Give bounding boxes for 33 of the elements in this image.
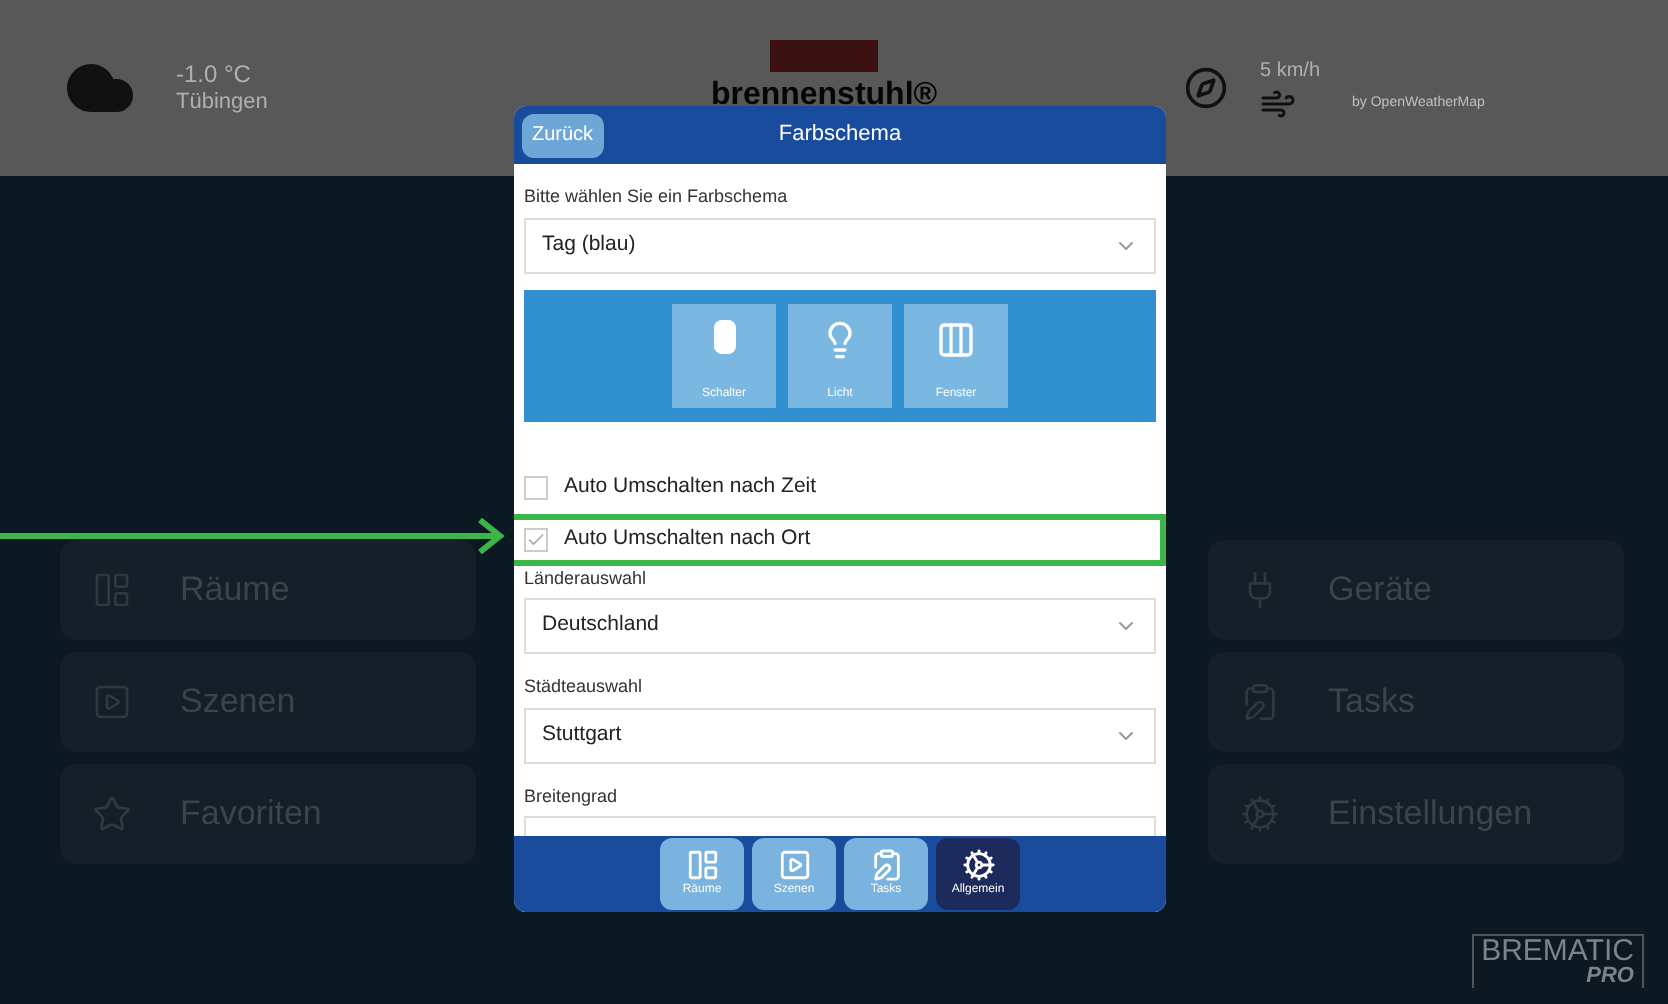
menu-icon bbox=[92, 794, 132, 834]
field-label: Städteauswahl bbox=[524, 674, 645, 700]
field-label: Breitengrad bbox=[524, 783, 620, 810]
menu-icon bbox=[1240, 682, 1280, 722]
nav-icon bbox=[869, 848, 903, 882]
field-label: Bitte wählen Sie ein Farbschema bbox=[524, 184, 790, 210]
app-logo-text: BREMATIC bbox=[1481, 936, 1634, 966]
city-name: Tübingen bbox=[176, 89, 268, 117]
nav-icon bbox=[961, 848, 995, 882]
brand-logo: brennenstuhl® bbox=[710, 76, 938, 116]
checkbox[interactable] bbox=[524, 527, 548, 551]
switch-icon bbox=[713, 319, 735, 353]
field-label: Länderauswahl bbox=[524, 565, 649, 591]
temperature: -1.0 °C bbox=[176, 59, 253, 90]
dropdown[interactable]: Stuttgart bbox=[524, 707, 1156, 763]
nav-icon bbox=[777, 848, 811, 882]
option-label: Auto Umschalten nach Zeit bbox=[564, 471, 817, 502]
option-label: Auto Umschalten nach Ort bbox=[564, 523, 811, 554]
back-button[interactable]: Zurück bbox=[522, 113, 604, 157]
logo-block bbox=[770, 40, 878, 72]
dropdown[interactable]: Tag (blau) bbox=[524, 217, 1156, 273]
dropdown[interactable]: Deutschland bbox=[524, 598, 1156, 654]
nav-icon bbox=[685, 848, 719, 882]
compass-icon bbox=[1184, 66, 1228, 110]
menu-icon bbox=[1240, 794, 1280, 834]
app-logo-subtext: PRO bbox=[1586, 966, 1634, 988]
tile-icon bbox=[936, 319, 976, 359]
dialog-title: Farbschema bbox=[778, 120, 902, 151]
check-icon bbox=[526, 529, 546, 549]
menu-icon bbox=[92, 682, 132, 722]
checkbox[interactable] bbox=[524, 475, 548, 499]
menu-icon bbox=[92, 570, 132, 610]
wind-speed: 5 km/h bbox=[1260, 57, 1321, 85]
